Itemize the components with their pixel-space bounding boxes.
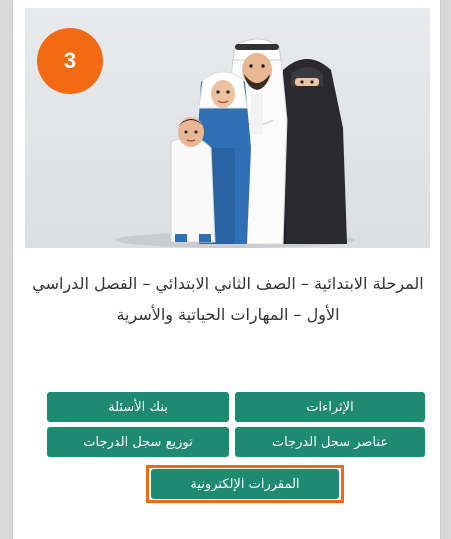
step-badge: 3	[37, 28, 103, 94]
gradebook-distribution-button[interactable]: توزيع سجل الدرجات	[47, 427, 229, 457]
course-title: المرحلة الابتدائية – الصف الثاني الابتدا…	[32, 274, 424, 324]
gradebook-elements-button[interactable]: عناصر سجل الدرجات	[235, 427, 425, 457]
e-courses-button[interactable]: المقررات الإلكترونية	[151, 469, 339, 499]
course-image: 3	[25, 8, 430, 248]
course-card: 3 المرحلة الابتدائية – الصف الثاني الابت…	[12, 0, 441, 539]
question-bank-button[interactable]: بنك الأسئلة	[47, 392, 229, 422]
enrichments-button[interactable]: الإثراءات	[235, 392, 425, 422]
